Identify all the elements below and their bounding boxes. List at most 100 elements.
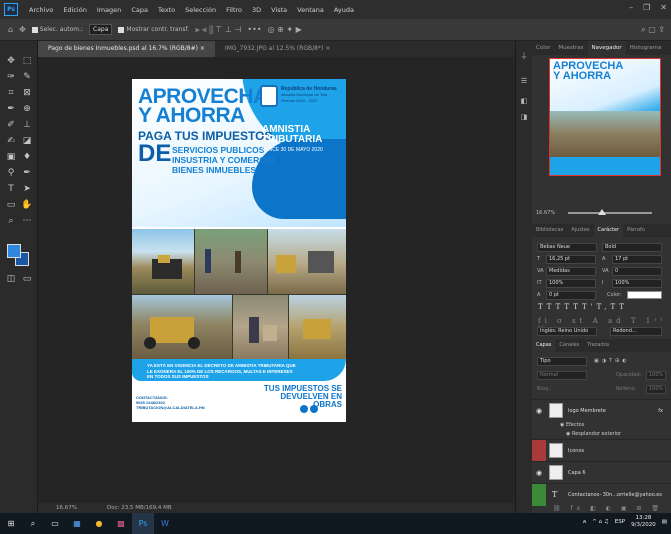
show-transform-checkbox[interactable]: Mostrar contr. transf.: [118, 26, 189, 33]
brush-tool-icon[interactable]: ✐: [5, 119, 17, 131]
baseline-field[interactable]: 0 pt: [546, 291, 596, 300]
pen-tool-icon[interactable]: ✒: [21, 167, 33, 179]
layer-outer-glow-row[interactable]: ◉ Resplandor exterior: [566, 431, 621, 437]
gradient-tool-icon[interactable]: ▣: [5, 151, 17, 163]
zoom-slider-knob[interactable]: [598, 209, 606, 215]
menu-vista[interactable]: Vista: [266, 6, 292, 14]
status-zoom[interactable]: 16.67%: [56, 503, 77, 513]
leading-field[interactable]: 17 pt: [612, 255, 662, 264]
layer-contactanos[interactable]: T Contactanos- 30n...orrielle@yahoo.es: [532, 483, 671, 506]
layer-select-dropdown[interactable]: Capa: [89, 24, 113, 35]
tab-bibliotecas[interactable]: Bibliotecas: [532, 224, 567, 237]
notifications-icon[interactable]: ▤: [662, 519, 667, 525]
language-select[interactable]: Inglés: Reino Unido: [537, 327, 597, 336]
antialias-select[interactable]: Redond...: [610, 327, 662, 336]
blend-mode-select[interactable]: Normal: [537, 371, 587, 380]
more-tools-icon[interactable]: ⋯: [21, 215, 33, 227]
menu-imagen[interactable]: Imagen: [92, 6, 126, 14]
tab-caracter[interactable]: Carácter: [593, 224, 624, 237]
move-tool-icon[interactable]: ✥: [19, 25, 26, 34]
text-color-swatch[interactable]: [627, 291, 662, 299]
shape-tool-icon[interactable]: ▭: [5, 199, 17, 211]
font-family-select[interactable]: Bebas Neue: [537, 243, 597, 252]
poster-canvas[interactable]: APROVECHA Y AHORRA PAGA TUS IMPUESTOS DE…: [132, 79, 346, 422]
more-options-icon[interactable]: •••: [247, 25, 261, 34]
layer-filter-icons[interactable]: ▣◑T⊞◐: [594, 358, 630, 364]
vertical-scale-field[interactable]: 100%: [546, 279, 596, 288]
frame-tool-icon[interactable]: ⊠: [21, 87, 33, 99]
tab-histograma[interactable]: Histograma: [626, 41, 666, 55]
menu-capa[interactable]: Capa: [126, 6, 153, 14]
app-icon[interactable]: ▩: [110, 513, 132, 534]
layer-action-icons[interactable]: ⛓ fx ◧ ◐ ▣ ⊞ 🗑: [532, 505, 671, 513]
people-icon[interactable]: ጰ: [583, 519, 586, 526]
tracking-field[interactable]: 0: [612, 267, 662, 276]
eye-icon[interactable]: [532, 440, 546, 462]
foreground-color-swatch[interactable]: [7, 244, 21, 258]
photoshop-taskbar-icon[interactable]: Ps: [132, 513, 154, 534]
tab-img-7932[interactable]: IMG_7932.JPG al 12.5% (RGB/8*) ×: [215, 41, 340, 57]
tab-pago-bienes[interactable]: Pago de bienes Inmuebles.psd al 16.7% (R…: [38, 41, 215, 57]
file-explorer-icon[interactable]: ▦: [66, 513, 88, 534]
tab-navegador[interactable]: Navegador: [587, 41, 626, 55]
font-size-field[interactable]: 16,25 pt: [546, 255, 596, 264]
menu-filtro[interactable]: Filtro: [221, 6, 247, 14]
move-tool-icon[interactable]: ✥: [5, 55, 17, 67]
menu-archivo[interactable]: Archivo: [24, 6, 58, 14]
dodge-tool-icon[interactable]: ⚲: [5, 167, 17, 179]
chrome-icon[interactable]: ●: [88, 513, 110, 534]
history-panel-icon[interactable]: ⏚: [519, 51, 529, 61]
navigator-preview[interactable]: APROVECHA Y AHORRA: [549, 58, 661, 176]
tab-capas[interactable]: Capas: [532, 339, 556, 352]
eyedropper-tool-icon[interactable]: ✒: [5, 103, 17, 115]
quick-mask-icon[interactable]: ◫: [5, 273, 17, 285]
layer-effects-row[interactable]: ◉ Efectos: [560, 422, 584, 428]
opacity-field[interactable]: 100%: [646, 371, 666, 380]
eraser-tool-icon[interactable]: ◪: [21, 135, 33, 147]
path-select-icon[interactable]: ➤: [21, 183, 33, 195]
windows-start-icon[interactable]: ⊞: [0, 513, 22, 534]
menu-ayuda[interactable]: Ayuda: [329, 6, 359, 14]
horizontal-scale-field[interactable]: 100%: [612, 279, 662, 288]
auto-select-checkbox[interactable]: Selec. autom.:: [31, 26, 83, 33]
restore-icon[interactable]: ❐: [643, 3, 650, 12]
task-view-icon[interactable]: ▭: [44, 513, 66, 534]
kerning-field[interactable]: Medidas: [546, 267, 596, 276]
layer-filter-select[interactable]: Tipo: [537, 357, 587, 366]
layer-logo-membrete[interactable]: ◉ logo Membrete fx: [532, 399, 671, 421]
layer-iconos[interactable]: Iconos: [532, 439, 671, 462]
eye-icon[interactable]: ◉: [532, 462, 546, 484]
menu-ventana[interactable]: Ventana: [292, 6, 329, 14]
minimize-icon[interactable]: –: [629, 3, 633, 12]
layer-capa-6[interactable]: ◉ Capa 6: [532, 461, 671, 483]
clock[interactable]: 13:28 9/3/2020: [631, 515, 656, 529]
language-indicator[interactable]: ESP: [615, 519, 625, 525]
zoom-tool-icon[interactable]: ⌕: [5, 215, 17, 227]
close-icon[interactable]: ✕: [660, 3, 667, 12]
layers-panel-icon[interactable]: ◧: [519, 97, 529, 105]
tab-parrafo[interactable]: Párrafo: [623, 224, 649, 237]
type-tool-icon[interactable]: T: [5, 183, 17, 195]
navigator-zoom-slider[interactable]: [568, 212, 652, 214]
menu-edicion[interactable]: Edición: [58, 6, 92, 14]
search-icon[interactable]: ⌕ ▢ ⇪: [641, 25, 665, 35]
align-icons[interactable]: ⫸ ⫷ ⫼ ⊤ ⊥ ⊣: [195, 25, 241, 35]
lasso-tool-icon[interactable]: ✑: [5, 71, 17, 83]
tab-trazados[interactable]: Trazados: [583, 339, 613, 352]
eye-icon[interactable]: [532, 484, 546, 506]
quick-select-tool-icon[interactable]: ✎: [21, 71, 33, 83]
3d-mode-icons[interactable]: ◎ ⊕ ✦ ▶: [268, 25, 302, 34]
tab-ajustes[interactable]: Ajustes: [567, 224, 593, 237]
word-icon[interactable]: W: [154, 513, 176, 534]
crop-tool-icon[interactable]: ⌗: [5, 87, 17, 99]
hand-tool-icon[interactable]: ✋: [21, 199, 33, 211]
fx-icon[interactable]: fx: [658, 408, 663, 414]
menu-texto[interactable]: Texto: [153, 6, 180, 14]
tab-muestras[interactable]: Muestras: [554, 41, 587, 55]
healing-tool-icon[interactable]: ⊕: [21, 103, 33, 115]
home-icon[interactable]: ⌂: [8, 25, 13, 34]
eye-icon[interactable]: ◉: [532, 400, 546, 422]
history-brush-icon[interactable]: ✍: [5, 135, 17, 147]
adjustments-panel-icon[interactable]: ◨: [519, 113, 529, 121]
screen-mode-icon[interactable]: ▭: [21, 273, 33, 285]
